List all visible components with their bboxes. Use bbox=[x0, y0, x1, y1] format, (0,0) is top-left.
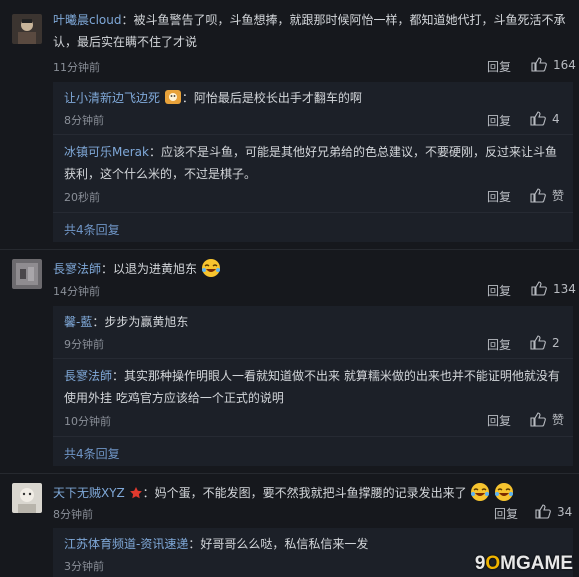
thumbs-up-icon bbox=[530, 111, 546, 126]
like-count: 164 bbox=[553, 57, 576, 72]
laughing-emoji-icon bbox=[471, 483, 490, 501]
comment-username[interactable]: 長寥法師 bbox=[53, 262, 101, 276]
reply-username[interactable]: 長寥法師 bbox=[64, 369, 112, 383]
thumbs-up-icon bbox=[530, 188, 546, 203]
comment-text: 天下无贼XYZ ：妈个蛋，不能发图，要不然我就把斗鱼撑腰的记录发出来了 bbox=[53, 482, 514, 503]
comment-text: 長寥法師：以退为进黄旭东 bbox=[53, 258, 221, 279]
like-button[interactable]: 134 bbox=[531, 281, 576, 296]
reply-time: 10分钟前 bbox=[64, 415, 111, 428]
like-button[interactable]: 赞 bbox=[530, 187, 564, 204]
reply-button[interactable]: 回复 bbox=[487, 188, 511, 205]
reply-time: 9分钟前 bbox=[64, 338, 104, 351]
reply-text: 江苏体育频道-资讯速递：好哥哥么么哒，私信私信来一发 bbox=[64, 537, 369, 551]
like-button[interactable]: 4 bbox=[530, 111, 560, 126]
thumbs-up-icon bbox=[531, 57, 547, 72]
reply-button[interactable]: 回复 bbox=[487, 58, 511, 75]
reply-username[interactable]: 馨-藍 bbox=[64, 315, 92, 329]
avatar[interactable] bbox=[12, 483, 42, 513]
like-count: 134 bbox=[553, 281, 576, 296]
avatar[interactable] bbox=[12, 259, 42, 289]
like-button[interactable]: 赞 bbox=[530, 411, 564, 428]
comment-time: 11分钟前 bbox=[53, 61, 100, 74]
thumbs-up-icon bbox=[531, 281, 547, 296]
reply-text: 冰镇可乐Merak：应该不是斗鱼，可能是其他好兄弟给的色总建议，不要硬刚，反过来… bbox=[64, 145, 557, 159]
like-count: 赞 bbox=[552, 413, 565, 427]
reply-button[interactable]: 回复 bbox=[487, 412, 511, 429]
like-count: 赞 bbox=[552, 189, 565, 203]
laughing-emoji-icon bbox=[201, 259, 220, 277]
reply-box: 让小清新边飞边死 ：阿怡最后是校长出手才翻车的啊 8分钟前 回复 4 冰镇可乐M… bbox=[53, 82, 573, 242]
reply-box: 馨-藍：步步为赢黄旭东 9分钟前 回复 2 長寥法師：其实那种操作明眼人一看就知… bbox=[53, 306, 573, 466]
reply-time: 3分钟前 bbox=[64, 560, 104, 573]
reply-button[interactable]: 回复 bbox=[487, 112, 511, 129]
site-watermark: 9OMGAME bbox=[474, 553, 573, 574]
reply-time: 8分钟前 bbox=[64, 114, 104, 127]
reply-username[interactable]: 冰镇可乐Merak bbox=[64, 145, 149, 159]
laughing-emoji-icon bbox=[495, 483, 514, 501]
like-button[interactable]: 2 bbox=[530, 335, 560, 350]
comment-time: 8分钟前 bbox=[53, 508, 93, 521]
reply-text-cont: 获利，这个什么米的，不过是棋子。 bbox=[64, 167, 257, 181]
reply-username[interactable]: 江苏体育频道-资讯速递 bbox=[64, 537, 188, 551]
reply-button[interactable]: 回复 bbox=[487, 282, 511, 299]
like-count: 4 bbox=[552, 111, 560, 126]
reply-text-cont: 使用外挂 吃鸡官方应该给一个正式的说明 bbox=[64, 391, 284, 405]
thumbs-up-icon bbox=[530, 335, 546, 350]
more-replies-link[interactable]: 共4条回复 bbox=[64, 221, 120, 238]
reply-username[interactable]: 让小清新边飞边死 bbox=[64, 91, 160, 105]
like-button[interactable]: 34 bbox=[535, 504, 572, 519]
like-button[interactable]: 164 bbox=[531, 57, 576, 72]
level-badge-icon bbox=[164, 90, 181, 104]
reply-button[interactable]: 回复 bbox=[487, 336, 511, 353]
comment-username[interactable]: 天下无贼XYZ bbox=[53, 486, 125, 500]
comment-username[interactable]: 叶曦晨cloud bbox=[53, 13, 122, 27]
reply-text: 長寥法師：其实那种操作明眼人一看就知道做不出来 就算糯米做的出来也并不能证明他就… bbox=[64, 369, 560, 383]
reply-text: 让小清新边飞边死 ：阿怡最后是校长出手才翻车的啊 bbox=[64, 90, 362, 105]
reply-time: 20秒前 bbox=[64, 191, 100, 204]
like-count: 34 bbox=[557, 504, 573, 519]
comment-text: 叶曦晨cloud：被斗鱼警告了呗，斗鱼想捧，就跟那时候阿怡一样，都知道她代打，斗… bbox=[53, 13, 566, 27]
thumbs-up-icon bbox=[530, 412, 546, 427]
reply-button[interactable]: 回复 bbox=[494, 505, 518, 522]
reply-text: 馨-藍：步步为赢黄旭东 bbox=[64, 315, 189, 329]
star-badge-icon bbox=[129, 487, 142, 499]
comment-text-cont: 认，最后实在瞒不住了才说 bbox=[53, 35, 198, 49]
comment-time: 14分钟前 bbox=[53, 285, 100, 298]
avatar[interactable] bbox=[12, 14, 42, 44]
more-replies-link[interactable]: 共4条回复 bbox=[64, 445, 120, 462]
thumbs-up-icon bbox=[535, 504, 551, 519]
like-count: 2 bbox=[552, 335, 560, 350]
